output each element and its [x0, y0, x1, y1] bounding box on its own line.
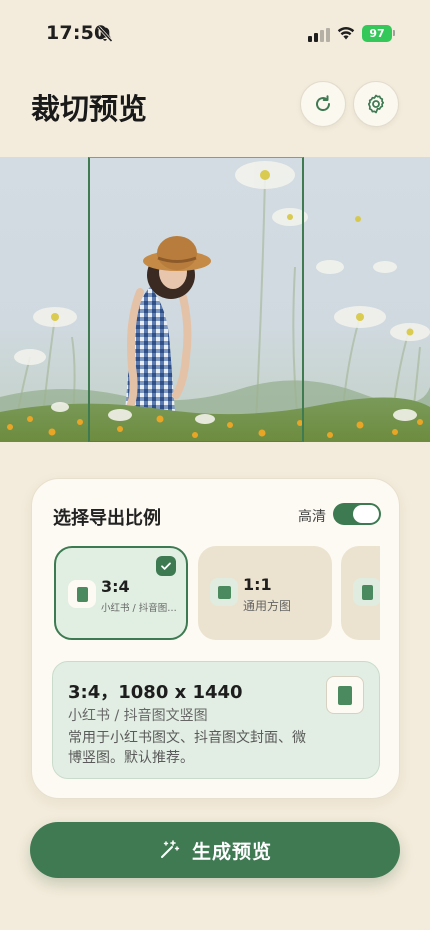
ratio-option-1-1[interactable]: 1:1 通用方图 [198, 546, 332, 640]
battery-indicator: 97 [362, 25, 395, 42]
crop-preview-screen: 17:50 97 裁切预览 选择导出比例 高清 3:4 小红书 / 抖音图文 1… [0, 0, 430, 930]
ratio-list[interactable]: 3:4 小红书 / 抖音图文竖图 1:1 通用方图 [53, 546, 380, 642]
detail-ratio-thumb [326, 676, 364, 714]
ratio-desc: 通用方图 [243, 599, 292, 613]
generate-preview-button[interactable]: 生成预览 [30, 822, 400, 878]
export-ratio-card: 选择导出比例 高清 3:4 小红书 / 抖音图文竖图 1:1 通用方图 [31, 478, 400, 799]
photo-preview[interactable] [0, 157, 430, 442]
ratio-option-3-4[interactable]: 3:4 小红书 / 抖音图文竖图 [54, 546, 188, 640]
hd-toggle[interactable] [333, 503, 381, 525]
card-title: 选择导出比例 [53, 508, 161, 529]
refresh-button[interactable] [300, 81, 346, 127]
wifi-icon [337, 27, 355, 40]
page-title: 裁切预览 [31, 92, 148, 126]
ratio-thumb [68, 580, 96, 608]
ratio-detail: 3:4，1080 x 1440 小红书 / 抖音图文竖图 常用于小红书图文、抖音… [52, 661, 380, 779]
check-icon [156, 556, 176, 576]
ratio-thumb [353, 578, 380, 606]
ratio-name: 3:4 [101, 577, 130, 596]
hd-label: 高清 [298, 509, 326, 525]
cellular-signal-icon [308, 28, 330, 42]
detail-description: 常用于小红书图文、抖音图文封面、微博竖图。默认推荐。 [68, 730, 306, 766]
gear-icon [367, 94, 385, 114]
toggle-knob [353, 505, 379, 523]
detail-title: 3:4，1080 x 1440 [68, 682, 243, 703]
status-bar: 17:50 97 [0, 0, 430, 56]
generate-button-label: 生成预览 [191, 840, 272, 863]
bell-muted-icon [97, 25, 113, 43]
crop-frame[interactable] [88, 157, 304, 442]
magic-wand-icon [160, 840, 180, 858]
refresh-icon [316, 95, 331, 112]
ratio-name: 1:1 [243, 575, 272, 594]
ratio-option-next[interactable] [341, 546, 380, 640]
detail-subtitle: 小红书 / 抖音图文竖图 [68, 708, 208, 724]
ratio-desc: 小红书 / 抖音图文竖图 [101, 603, 179, 614]
settings-button[interactable] [353, 81, 399, 127]
ratio-thumb [210, 578, 238, 606]
